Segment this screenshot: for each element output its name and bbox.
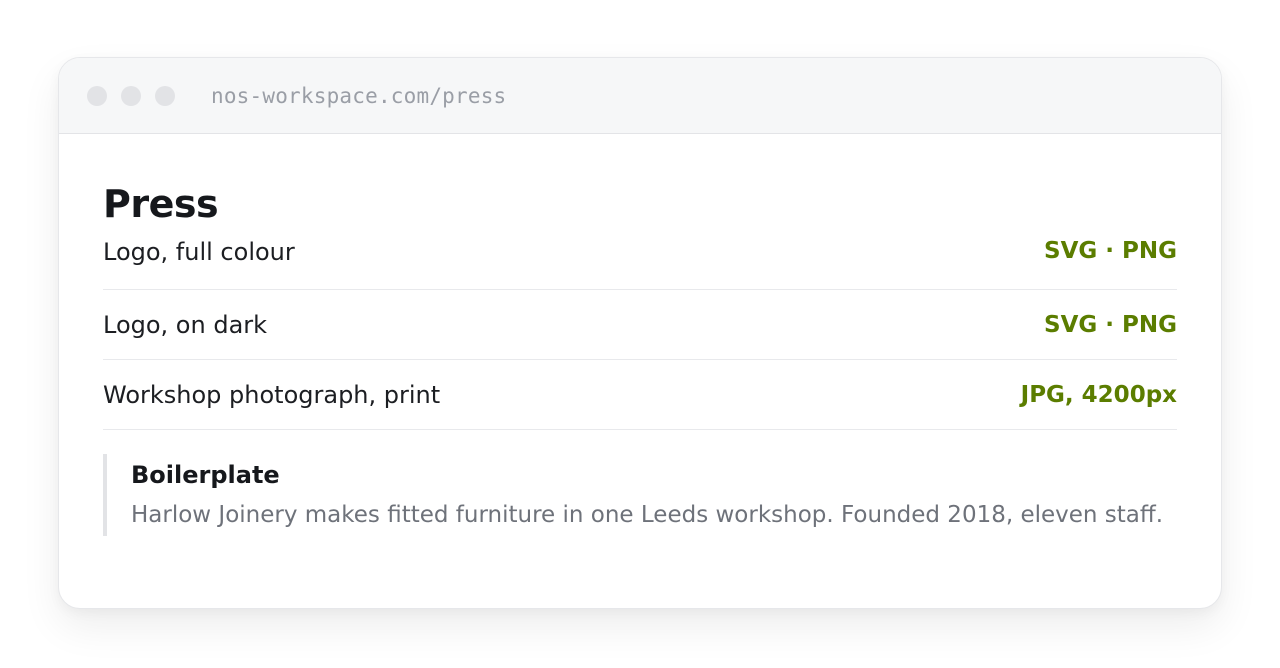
asset-row-workshop-photograph: Workshop photograph, print JPG, 4200px — [103, 360, 1177, 430]
boilerplate-text: Harlow Joinery makes fitted furniture in… — [131, 502, 1164, 528]
press-asset-list: Logo, full colour SVG · PNG Logo, on dar… — [103, 232, 1177, 430]
address-bar-url[interactable]: nos-workspace.com/press — [211, 84, 506, 108]
asset-row-logo-on-dark: Logo, on dark SVG · PNG — [103, 290, 1177, 360]
asset-download-link[interactable]: SVG · PNG — [1044, 312, 1177, 338]
boilerplate-title: Boilerplate — [131, 461, 280, 489]
browser-titlebar: nos-workspace.com/press — [59, 58, 1221, 134]
boilerplate-block: Boilerplate Harlow Joinery makes fitted … — [103, 454, 1177, 536]
asset-name: Workshop photograph, print — [103, 380, 441, 409]
asset-download-link[interactable]: JPG, 4200px — [1021, 382, 1177, 408]
page-content: Press Logo, full colour SVG · PNG Logo, … — [59, 134, 1221, 536]
window-maximize-dot-icon[interactable] — [155, 85, 175, 106]
browser-window: nos-workspace.com/press Press Logo, full… — [58, 57, 1222, 609]
asset-download-link[interactable]: SVG · PNG — [1044, 238, 1177, 264]
window-minimize-dot-icon[interactable] — [121, 85, 141, 106]
asset-row-logo-full-colour: Logo, full colour SVG · PNG — [103, 232, 1177, 290]
window-close-dot-icon[interactable] — [87, 85, 107, 106]
asset-name: Logo, full colour — [103, 238, 295, 266]
asset-name: Logo, on dark — [103, 310, 268, 339]
page-title: Press — [103, 182, 219, 226]
